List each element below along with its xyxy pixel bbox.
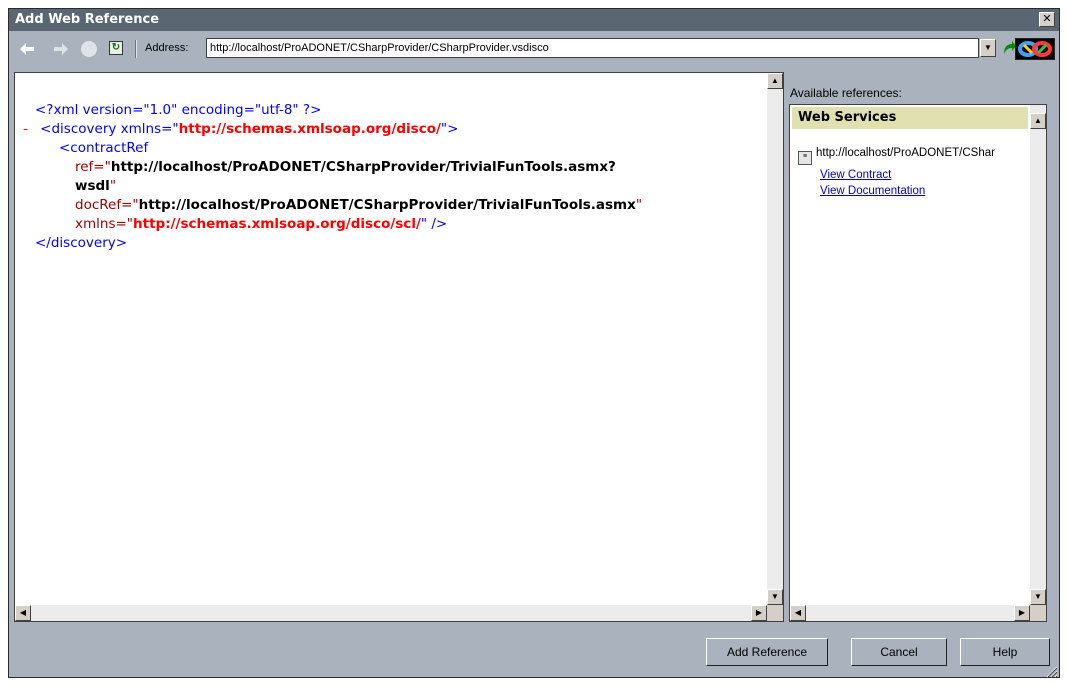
collapse-toggle[interactable]: - xyxy=(23,121,28,137)
resize-grip-icon[interactable] xyxy=(1046,666,1058,678)
web-service-item[interactable]: ≡ http://localhost/ProADONET/CShar xyxy=(798,147,1028,165)
xml-horizontal-scrollbar[interactable]: ◀ ▶ xyxy=(15,605,767,621)
xmlns-attr: xmlns=" xyxy=(75,216,134,232)
docref-value: http://localhost/ProADONET/CSharpProvide… xyxy=(138,197,636,213)
arrow-right-icon xyxy=(54,43,68,55)
address-dropdown-button[interactable]: ▼ xyxy=(980,39,996,57)
scroll-left-button[interactable]: ◀ xyxy=(15,605,31,621)
discovery-open-tag: <discovery xmlns=" xyxy=(40,121,179,137)
refs-scrollbar-corner xyxy=(1030,605,1046,621)
available-references-panel: Web Services ≡ http://localhost/ProADONET… xyxy=(789,104,1047,622)
xmlns-attr-line: xmlns="http://schemas.xmlsoap.org/disco/… xyxy=(75,215,447,233)
xmlns-value: http://schemas.xmlsoap.org/disco/scl/ xyxy=(133,216,421,232)
xml-content-panel[interactable]: <?xml version="1.0" encoding="utf-8" ?> … xyxy=(14,72,784,622)
add-reference-button[interactable]: Add Reference xyxy=(706,638,828,666)
view-documentation-link[interactable]: View Documentation xyxy=(820,185,925,197)
ref-value-line2: wsdl xyxy=(75,178,110,194)
docref-attr: docRef=" xyxy=(75,197,139,213)
ref-attr: ref=" xyxy=(75,159,111,175)
docref-attr-line: docRef="http://localhost/ProADONET/CShar… xyxy=(75,196,642,214)
available-references-label: Available references: xyxy=(790,86,902,100)
scroll-right-button[interactable]: ▶ xyxy=(751,605,767,621)
web-service-icon: ≡ xyxy=(798,151,812,165)
scrollbar-corner xyxy=(767,605,783,621)
view-contract-link[interactable]: View Contract xyxy=(820,169,891,181)
contractref-tag: <contractRef xyxy=(59,140,149,156)
window-title: Add Web Reference xyxy=(15,12,160,27)
refs-scroll-left-button[interactable]: ◀ xyxy=(790,605,806,621)
xmlns-close: " /> xyxy=(420,216,448,232)
title-bar: Add Web Reference ✕ xyxy=(9,9,1059,31)
stop-button[interactable] xyxy=(81,41,97,57)
refs-scroll-down-button[interactable]: ▼ xyxy=(1030,589,1046,605)
xml-vertical-scrollbar[interactable]: ▲ ▼ xyxy=(767,73,783,605)
ref-close-quote: " xyxy=(109,178,117,194)
web-service-url: http://localhost/ProADONET/CShar xyxy=(816,147,995,159)
ref-value-line1: http://localhost/ProADONET/CSharpProvide… xyxy=(110,159,616,175)
brand-logo xyxy=(1015,38,1055,60)
go-button[interactable] xyxy=(1002,40,1016,60)
scroll-down-button[interactable]: ▼ xyxy=(767,589,783,605)
discovery-open-end: "> xyxy=(440,121,459,137)
infinity-logo-icon xyxy=(1018,41,1052,57)
cancel-button[interactable]: Cancel xyxy=(851,638,947,666)
discovery-open-line: - <discovery xmlns="http://schemas.xmlso… xyxy=(23,120,458,138)
go-arrow-icon xyxy=(1004,41,1016,54)
docref-close-quote: " xyxy=(635,197,643,213)
address-input[interactable]: http://localhost/ProADONET/CSharpProvide… xyxy=(206,38,979,58)
web-services-header: Web Services xyxy=(792,107,1028,129)
help-button[interactable]: Help xyxy=(960,638,1050,666)
refresh-button[interactable]: ↻ xyxy=(109,41,123,55)
scroll-up-button[interactable]: ▲ xyxy=(767,73,783,89)
address-label-text: Address: xyxy=(145,42,189,54)
discovery-xmlns-value: http://schemas.xmlsoap.org/disco/ xyxy=(178,121,441,137)
address-label: Address: xyxy=(145,42,188,54)
xml-declaration: <?xml version="1.0" encoding="utf-8" ?> xyxy=(35,102,322,118)
ref-attr-line: ref="http://localhost/ProADONET/CSharpPr… xyxy=(75,158,616,176)
ref-attr-line2: wsdl" xyxy=(75,177,116,195)
refs-horizontal-scrollbar[interactable]: ◀ ▶ xyxy=(790,605,1030,621)
xml-document: <?xml version="1.0" encoding="utf-8" ?> … xyxy=(15,73,767,605)
close-button[interactable]: ✕ xyxy=(1039,12,1055,27)
discovery-close-tag: </discovery> xyxy=(35,235,128,251)
refs-vertical-scrollbar[interactable]: ▲ ▼ xyxy=(1030,105,1046,605)
navigation-toolbar: ↻ Address: http://localhost/ProADONET/CS… xyxy=(9,33,1059,63)
toolbar-separator xyxy=(135,40,136,58)
close-icon: ✕ xyxy=(1042,12,1052,25)
refs-scroll-right-button[interactable]: ▶ xyxy=(1014,605,1030,621)
refs-scroll-up-button[interactable]: ▲ xyxy=(1030,113,1046,129)
arrow-left-icon xyxy=(20,43,34,55)
forward-button[interactable] xyxy=(53,42,69,56)
back-button[interactable] xyxy=(19,42,35,56)
